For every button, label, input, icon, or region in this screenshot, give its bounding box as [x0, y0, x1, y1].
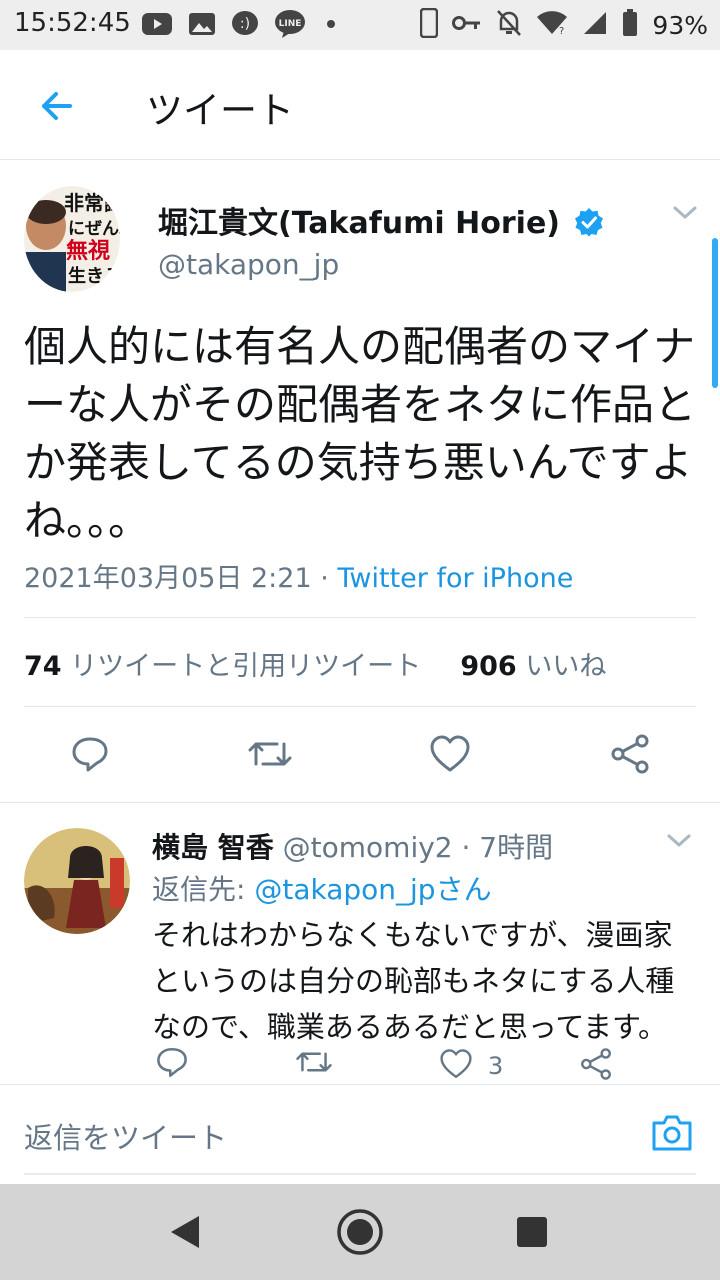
- square-recents-icon: [517, 1217, 547, 1247]
- triangle-back-icon: [171, 1216, 199, 1248]
- tweet-text: 個人的には有名人の配偶者のマイナーな人がその配偶者をネタに作品とか発表してるの気…: [24, 322, 697, 545]
- author-name-text: 堀江貴文(Takafumi Horie): [158, 206, 560, 241]
- reply-to-prefix: 返信先:: [152, 873, 255, 906]
- share-icon: [581, 1048, 611, 1080]
- reply-menu-button[interactable]: [666, 832, 692, 854]
- chevron-down-icon: [673, 206, 697, 219]
- avatar-title-line2: にぜんぶ: [68, 219, 120, 239]
- retweet-icon: [248, 742, 292, 766]
- arrow-left-icon: [42, 92, 72, 120]
- gallery-icon: [188, 10, 216, 38]
- svg-text::): :): [240, 16, 250, 32]
- reply-author[interactable]: 横島 智香 @tomomiy2 · 7時間: [152, 826, 553, 866]
- wifi-icon: ?: [536, 10, 568, 40]
- reply-to-line: 返信先: @takapon_jpさん: [152, 868, 492, 908]
- back-button[interactable]: [30, 80, 82, 132]
- system-nav-bar: [0, 1184, 720, 1280]
- battery-icon: [622, 9, 638, 41]
- heart-icon: [440, 1049, 472, 1078]
- nav-home-button[interactable]: [334, 1206, 386, 1258]
- tweet-source-link[interactable]: Twitter for iPhone: [337, 563, 573, 594]
- like-label: いいね: [516, 651, 607, 682]
- reply-compose-bar: 返信をツイート: [0, 1084, 720, 1184]
- phone-icon: [420, 7, 439, 42]
- avatar-title-line3: 無視: [66, 238, 110, 264]
- likes-stat[interactable]: 906 いいね: [460, 651, 606, 682]
- retweet-icon: [296, 1052, 332, 1072]
- author-avatar[interactable]: 非常識 にぜんぶ 無視 生きろ: [24, 186, 120, 292]
- line-icon: LINE: [274, 10, 306, 38]
- reply-like-button[interactable]: [436, 1044, 476, 1084]
- svg-text:?: ?: [559, 26, 564, 36]
- page-title: ツイート: [146, 89, 294, 132]
- retweet-count: 74: [24, 651, 62, 682]
- reply-icon: [72, 737, 108, 772]
- scrollbar[interactable]: [712, 238, 718, 388]
- share-button[interactable]: [606, 730, 654, 778]
- signal-icon: [582, 10, 608, 40]
- author-handle[interactable]: @takapon_jp: [158, 248, 339, 281]
- reply-author-avatar[interactable]: [24, 828, 130, 934]
- divider: [24, 617, 696, 618]
- status-time: 15:52:45: [14, 8, 131, 38]
- heart-icon: [430, 735, 470, 772]
- nav-back-button[interactable]: [160, 1206, 212, 1258]
- reply-share-button[interactable]: [576, 1044, 616, 1084]
- reply-to-link[interactable]: @takapon_jpさん: [254, 873, 491, 906]
- reply-like-count: 3: [488, 1052, 504, 1080]
- divider: [24, 706, 696, 707]
- chevron-down-icon: [667, 834, 691, 847]
- status-right: ? 93%: [420, 7, 708, 42]
- tweet-menu-button[interactable]: [672, 204, 698, 226]
- avatar-title-line1: 非常識: [64, 191, 120, 215]
- like-count: 906: [460, 651, 517, 682]
- youtube-icon: [142, 10, 172, 38]
- avatar-title-line4: 生きろ: [68, 265, 120, 287]
- key-icon: [452, 13, 482, 37]
- reply-text: それはわからなくもないですが、漫画家というのは自分の恥部もネタにする人種なので、…: [152, 918, 675, 1044]
- reply-author-name: 横島 智香: [152, 831, 274, 864]
- verified-badge-icon: [575, 208, 604, 237]
- reply-retweet-button[interactable]: [292, 1042, 336, 1082]
- mute-icon: [496, 9, 522, 41]
- camera-icon: [652, 1115, 692, 1151]
- divider: [0, 802, 720, 803]
- app-bar: ツイート: [0, 50, 720, 160]
- retweets-stat[interactable]: 74 リツイートと引用リツイート: [24, 651, 421, 682]
- tweet-timestamp: 2021年03月05日 2:21 ·: [24, 563, 338, 594]
- battery-percent: 93%: [652, 10, 708, 40]
- nav-recents-button[interactable]: [506, 1206, 558, 1258]
- status-bar: 15:52:45 :) LINE ? 93%: [0, 0, 720, 50]
- home-circle-icon: [337, 1209, 383, 1255]
- dot-icon: [326, 10, 336, 38]
- author-name[interactable]: 堀江貴文(Takafumi Horie): [158, 198, 604, 242]
- camera-button[interactable]: [648, 1109, 696, 1157]
- reply-button[interactable]: [66, 730, 114, 778]
- reply-reply-button[interactable]: [152, 1042, 192, 1082]
- reply-compose-input[interactable]: 返信をツイート: [24, 1115, 227, 1157]
- tweet-stats: 74 リツイートと引用リツイート 906 いいね: [24, 644, 606, 683]
- share-icon: [611, 734, 649, 774]
- compose-underline: [24, 1173, 696, 1175]
- messenger-icon: :): [230, 10, 260, 38]
- tweet-meta: 2021年03月05日 2:21 · Twitter for iPhone: [24, 556, 573, 595]
- reply-author-handle-time: @tomomiy2 · 7時間: [273, 831, 554, 864]
- retweet-button[interactable]: [246, 730, 294, 778]
- line-label: LINE: [279, 19, 302, 29]
- reply-icon: [157, 1047, 187, 1077]
- retweet-label: リツイートと引用リツイート: [61, 651, 422, 682]
- like-button[interactable]: [426, 730, 474, 778]
